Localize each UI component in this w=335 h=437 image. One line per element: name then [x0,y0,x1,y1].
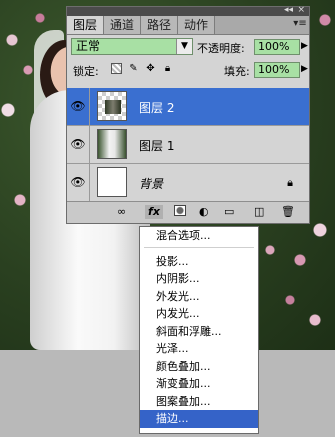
blend-mode-value: 正常 [76,39,101,53]
menu-item-outer-glow[interactable]: 外发光... [140,288,258,306]
menu-item-pattern-overlay[interactable]: 图案叠加... [140,393,258,411]
lock-row: 锁定: ✎ ✥ 🔒︎ 填充: 100% ▶ [67,59,309,81]
layer-thumbnail [97,129,127,159]
layer-thumbnail [97,167,127,197]
mask-icon[interactable] [174,205,186,216]
tab-actions[interactable]: 动作 [178,16,216,34]
padlock-icon: 🔒︎ [287,176,293,189]
layer-row[interactable]: 👁︎ 图层 1 [67,126,309,164]
eye-icon[interactable]: 👁︎ [67,164,90,201]
menu-item-inner-glow[interactable]: 内发光... [140,305,258,323]
menu-item-stroke[interactable]: 描边... [140,410,258,428]
tab-paths[interactable]: 路径 [141,16,179,34]
layer-row[interactable]: 👁︎ 图层 2 [67,88,309,126]
menu-item-blending-options[interactable]: 混合选项... [140,227,258,245]
lock-label: 锁定: [73,65,99,78]
layer-style-menu: 混合选项... 投影... 内阴影... 外发光... 内发光... 斜面和浮雕… [139,226,259,434]
lock-move-icon[interactable]: ✥ [145,63,156,74]
layer-name: 背景 [139,177,164,191]
layer-row[interactable]: 👁︎ 背景 🔒︎ [67,164,309,202]
lock-all-icon[interactable]: 🔒︎ [162,63,173,74]
new-layer-icon[interactable]: ◫ [254,205,264,219]
folder-icon[interactable]: ▭ [224,205,234,219]
panel-menu-icon[interactable]: ▾≡ [291,16,309,34]
adjustment-icon[interactable]: ◐ [199,205,209,219]
lock-brush-icon[interactable]: ✎ [128,63,139,74]
menu-item-inner-shadow[interactable]: 内阴影... [140,270,258,288]
menu-item-gradient-overlay[interactable]: 渐变叠加... [140,375,258,393]
fill-label: 填充: [224,65,250,78]
panel-tabs: 图层 通道 路径 动作 ▾≡ [67,16,309,35]
tab-layers[interactable]: 图层 [67,16,105,34]
layer-thumbnail [97,91,127,121]
layer-name: 图层 2 [139,101,175,115]
fill-slider-icon[interactable]: ▶ [301,64,308,74]
opacity-slider-icon[interactable]: ▶ [301,41,308,51]
chevron-down-icon: ▼ [176,39,192,54]
blend-row: 正常 ▼ 不透明度: 100% ▶ [67,35,309,59]
fx-icon[interactable]: fx [145,205,163,219]
eye-icon[interactable]: 👁︎ [67,88,90,125]
menu-item-bevel-emboss[interactable]: 斜面和浮雕... [140,323,258,341]
layers-panel: ◂◂ × 图层 通道 路径 动作 ▾≡ 正常 ▼ 不透明度: 100% ▶ 锁定… [66,5,310,224]
close-icon[interactable]: × [297,5,305,15]
link-icon[interactable]: ∞ [117,205,126,219]
layer-name: 图层 1 [139,139,175,153]
blend-mode-select[interactable]: 正常 ▼ [71,38,193,55]
opacity-label: 不透明度: [197,42,245,55]
menu-item-drop-shadow[interactable]: 投影... [140,253,258,271]
fill-field[interactable]: 100% [254,62,300,78]
opacity-field[interactable]: 100% [254,39,300,55]
menu-item-satin[interactable]: 光泽... [140,340,258,358]
eye-icon[interactable]: 👁︎ [67,126,90,163]
panel-footer: ∞ fx ◐ ▭ ◫ 🗑︎ [67,201,309,223]
panel-titlebar[interactable]: ◂◂ × [67,5,309,16]
collapse-icon[interactable]: ◂◂ [284,5,293,15]
menu-item-color-overlay[interactable]: 颜色叠加... [140,358,258,376]
tab-channels[interactable]: 通道 [104,16,142,34]
lock-transparency-icon[interactable] [111,63,122,74]
trash-icon[interactable]: 🗑︎ [281,205,295,219]
layers-list: 👁︎ 图层 2 👁︎ 图层 1 👁︎ 背景 🔒︎ [67,88,309,202]
